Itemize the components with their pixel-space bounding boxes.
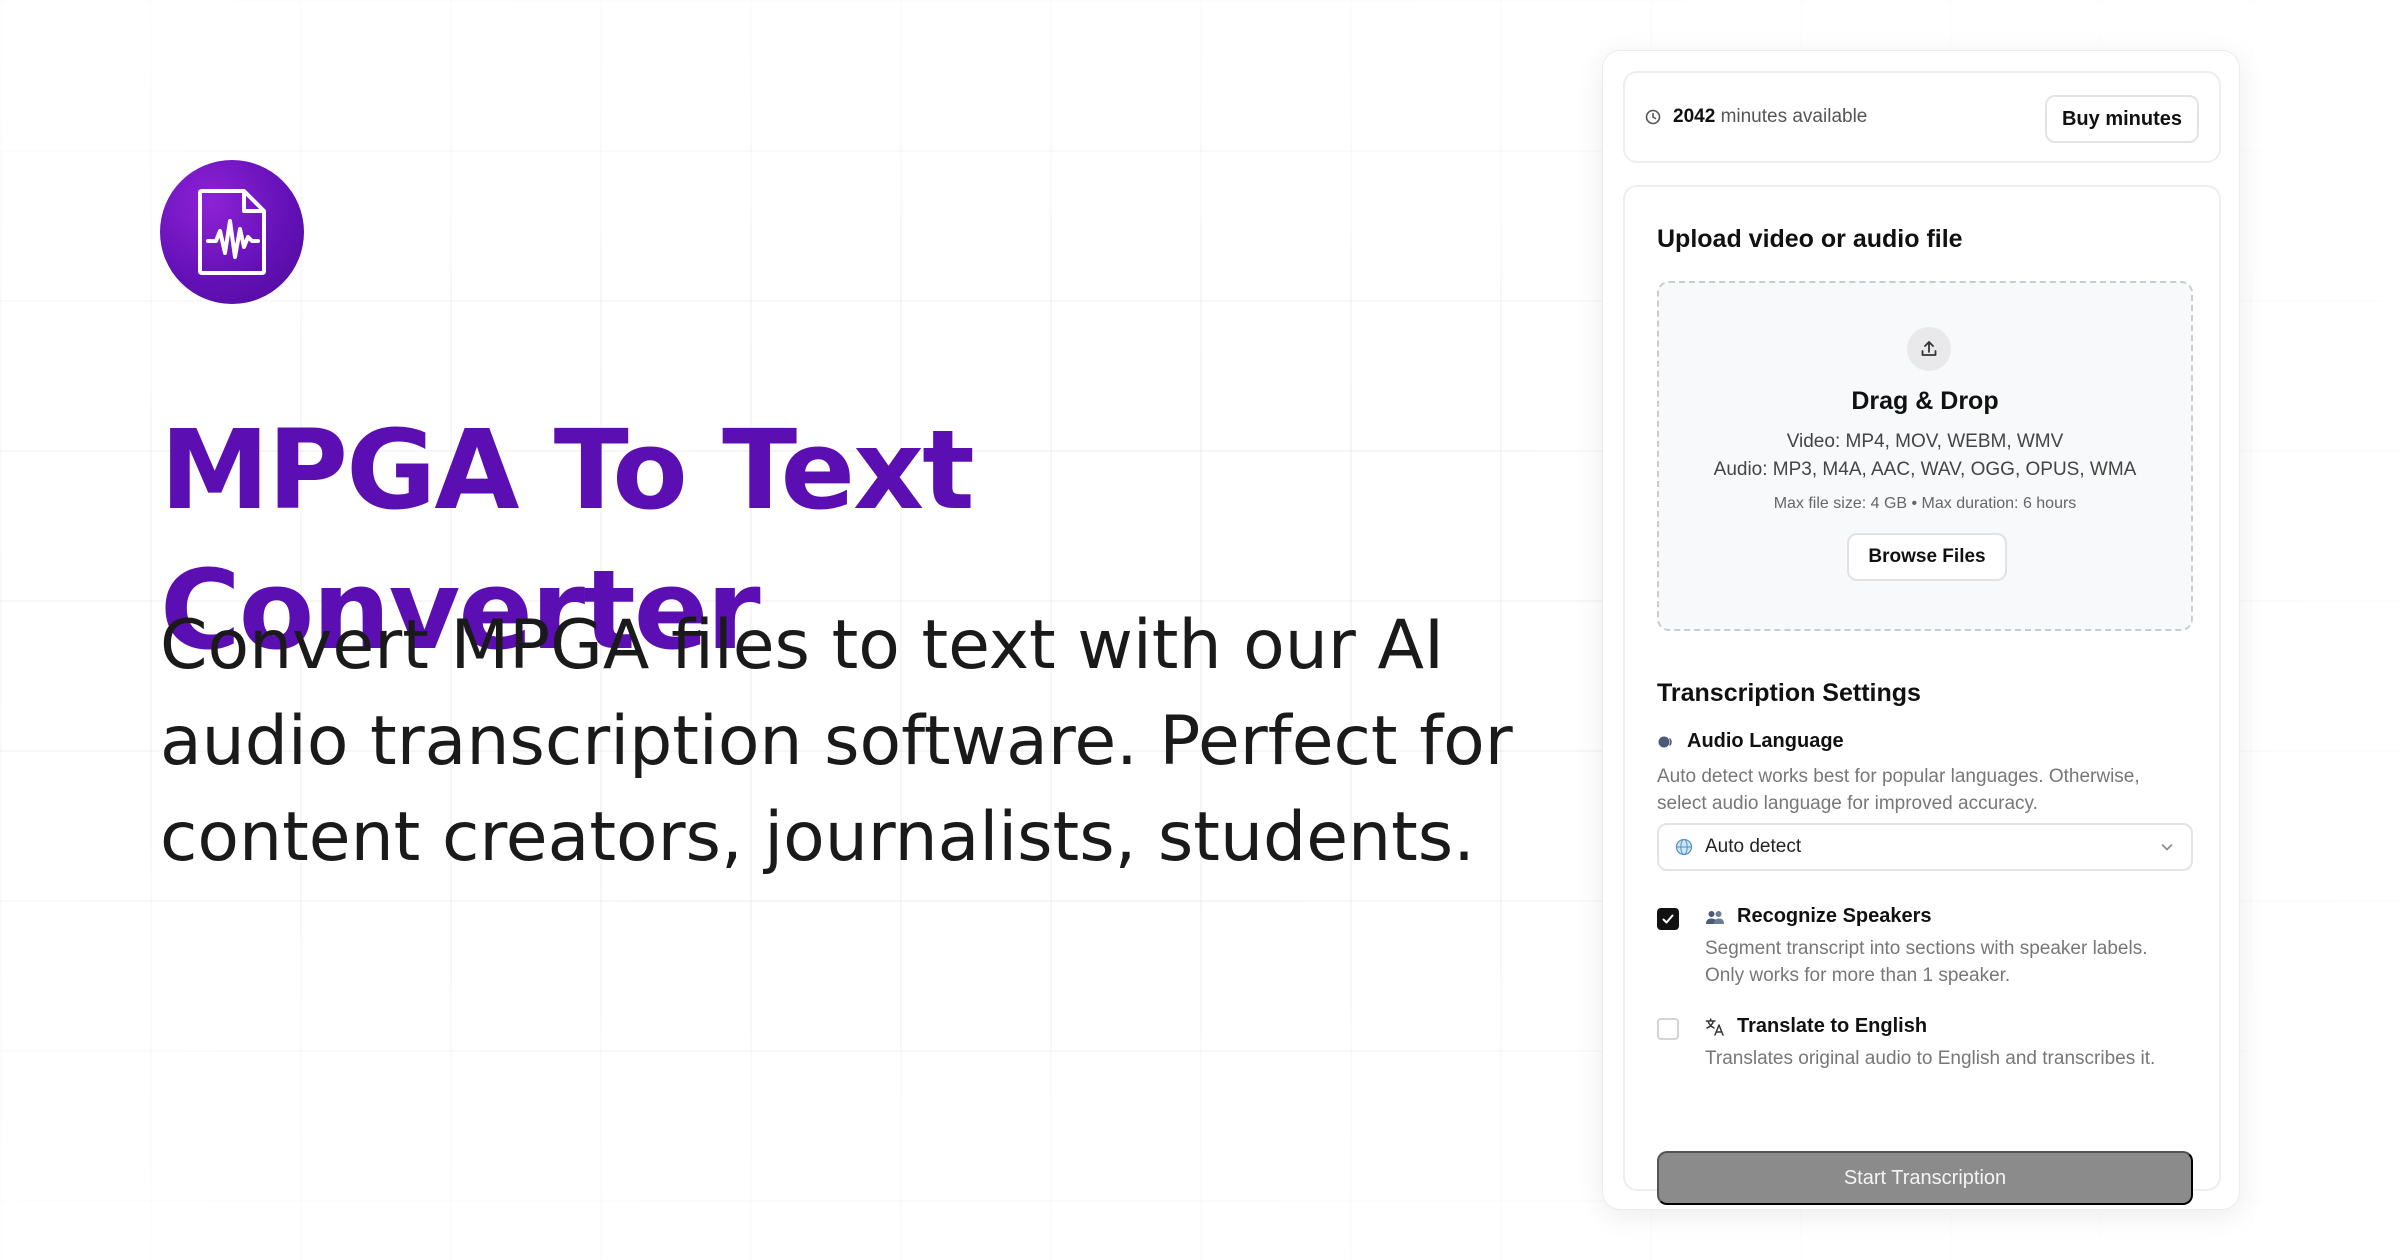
upload-icon xyxy=(1921,341,1937,356)
language-select[interactable]: Auto detect xyxy=(1657,823,2193,871)
upload-icon-circle xyxy=(1907,327,1951,371)
checkmark-icon xyxy=(1662,914,1674,924)
recognize-speakers-desc: Segment transcript into sections with sp… xyxy=(1705,935,2148,989)
browse-files-button[interactable]: Browse Files xyxy=(1847,533,2007,581)
minutes-count: 2042 xyxy=(1673,106,1716,127)
audio-language-desc: Auto detect works best for popular langu… xyxy=(1657,763,2140,817)
buy-minutes-button[interactable]: Buy minutes xyxy=(2045,95,2199,143)
translate-text: Translate to English xyxy=(1737,1015,1928,1037)
translate-desc: Translates original audio to English and… xyxy=(1705,1048,2156,1069)
drag-drop-label: Drag & Drop xyxy=(1851,387,1999,415)
desc-line: Only works for more than 1 speaker. xyxy=(1705,965,2011,986)
people-icon xyxy=(1706,910,1724,924)
audio-file-waveform-icon xyxy=(198,189,266,275)
chevron-down-icon xyxy=(2161,844,2173,851)
video-formats: Video: MP4, MOV, WEBM, WMV xyxy=(1786,431,2064,452)
drop-zone[interactable]: Drag & Drop Video: MP4, MOV, WEBM, WMV A… xyxy=(1657,281,2193,631)
recognize-speakers-checkbox[interactable] xyxy=(1657,908,1679,930)
globe-icon xyxy=(1675,838,1693,856)
speaking-head-icon xyxy=(1658,736,1672,747)
translate-checkbox[interactable] xyxy=(1657,1018,1679,1040)
upload-section-title: Upload video or audio file xyxy=(1657,225,1963,253)
recognize-speakers-text: Recognize Speakers xyxy=(1737,905,1932,927)
minutes-card: 2042 minutes available Buy minutes xyxy=(1623,71,2221,163)
recognize-speakers-label: Recognize Speakers xyxy=(1705,905,1932,928)
audio-language-text: Audio Language xyxy=(1687,730,1844,752)
transcription-panel: 2042 minutes available Buy minutes Uploa… xyxy=(1602,50,2240,1210)
minutes-suffix: minutes available xyxy=(1720,106,1868,127)
minutes-available: 2042 minutes available xyxy=(1673,106,1867,128)
subtitle-line: audio transcription software. Perfect fo… xyxy=(160,702,1513,781)
settings-section-title: Transcription Settings xyxy=(1657,679,1921,707)
translate-label: Translate to English xyxy=(1705,1015,1927,1038)
desc-line: Segment transcript into sections with sp… xyxy=(1705,938,2148,959)
audio-language-label: Audio Language xyxy=(1657,730,1844,753)
translate-icon xyxy=(1705,1017,1724,1036)
subtitle-line: content creators, journalists, students. xyxy=(160,798,1475,877)
audio-formats: Audio: MP3, M4A, AAC, WAV, OGG, OPUS, WM… xyxy=(1713,459,2137,480)
page-subtitle: Convert MPGA files to text with our AI a… xyxy=(160,598,1560,886)
language-select-value: Auto detect xyxy=(1705,836,1802,857)
upload-settings-card: Upload video or audio file Drag & Drop V… xyxy=(1623,185,2221,1205)
app-logo xyxy=(160,160,304,304)
desc-line: select audio language for improved accur… xyxy=(1657,793,2038,814)
subtitle-line: Convert MPGA files to text with our AI xyxy=(160,606,1445,685)
file-limits: Max file size: 4 GB • Max duration: 6 ho… xyxy=(1773,495,2077,512)
desc-line: Auto detect works best for popular langu… xyxy=(1657,766,2140,787)
start-transcription-button[interactable]: Start Transcription xyxy=(1657,1151,2193,1205)
clock-icon xyxy=(1645,109,1661,125)
